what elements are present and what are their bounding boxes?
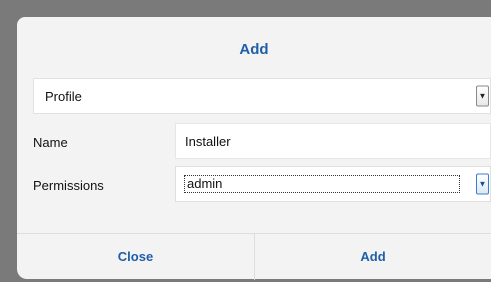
add-button[interactable]: Add: [255, 234, 491, 280]
chevron-down-icon[interactable]: ▼: [476, 85, 489, 107]
dialog-footer: Close Add: [17, 233, 491, 280]
close-button[interactable]: Close: [17, 234, 255, 280]
profile-select-value: Profile: [45, 89, 82, 104]
profile-select[interactable]: Profile ▼: [33, 78, 491, 114]
name-field[interactable]: Installer: [175, 123, 491, 159]
permissions-label: Permissions: [33, 178, 104, 193]
permissions-select-value: admin: [184, 175, 460, 193]
permissions-select[interactable]: admin ▼: [175, 166, 491, 202]
dialog-title: Add: [239, 41, 269, 58]
name-label: Name: [33, 135, 68, 150]
chevron-down-icon[interactable]: ▼: [476, 173, 489, 195]
add-dialog: Add Profile ▼ Name Installer Permissions…: [17, 17, 491, 280]
